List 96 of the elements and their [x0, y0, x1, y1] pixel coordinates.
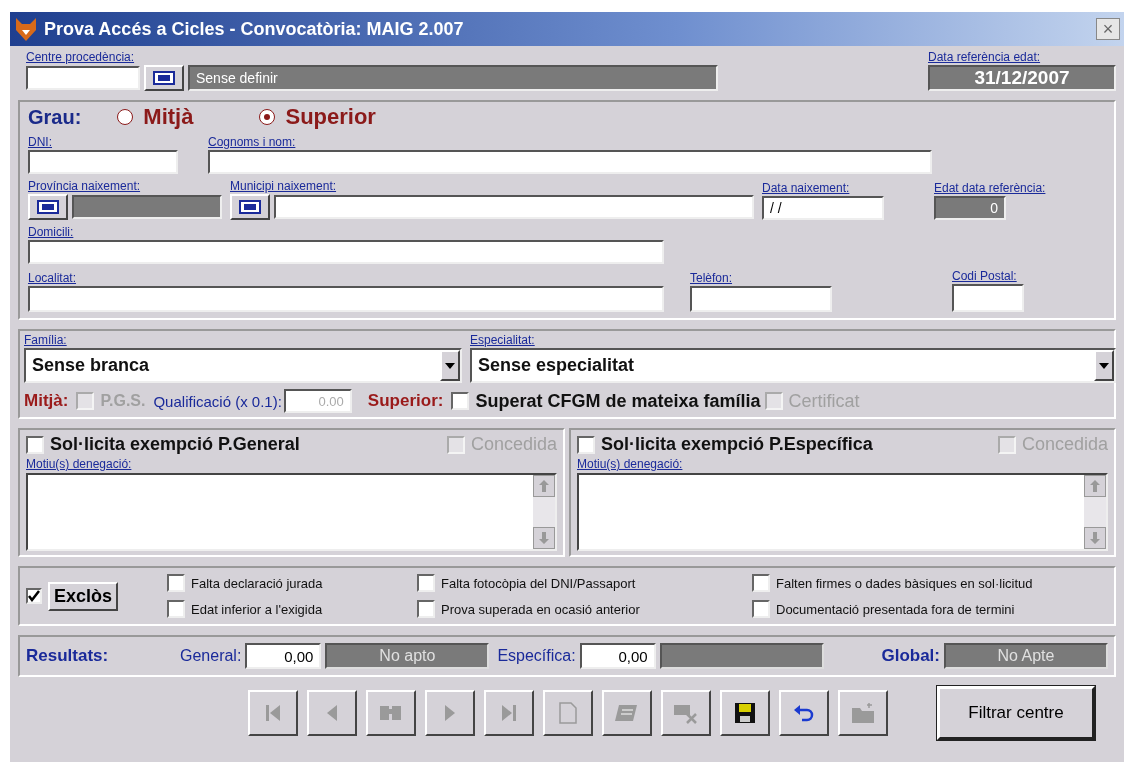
- input-field[interactable]: [690, 286, 832, 312]
- edit-icon: [615, 703, 639, 723]
- input-field[interactable]: [952, 284, 1024, 312]
- filter-button[interactable]: Filtrar centre: [937, 686, 1095, 740]
- input-field[interactable]: [274, 195, 754, 219]
- date-field: 31/12/2007: [928, 65, 1116, 91]
- verdict-field: No apto: [325, 643, 490, 669]
- field-label: Família:: [24, 333, 68, 347]
- input-field[interactable]: [26, 66, 140, 90]
- field-label: Província naixement:: [28, 179, 142, 193]
- input-field[interactable]: [28, 286, 664, 312]
- checkbox[interactable]: [26, 588, 42, 604]
- fox-head-icon: [14, 16, 38, 42]
- reason-checkbox[interactable]: Documentació presentada fora de termini: [752, 600, 1033, 618]
- up-arrow-icon: [1090, 480, 1100, 492]
- undo-icon: [793, 704, 815, 722]
- checkbox[interactable]: [752, 574, 770, 592]
- checkbox[interactable]: [26, 435, 44, 454]
- text-area[interactable]: [26, 473, 557, 551]
- field-label: Telèfon:: [690, 271, 734, 285]
- dropdown-button[interactable]: [1094, 350, 1114, 381]
- radio-option[interactable]: Mitjà: [117, 104, 194, 130]
- checkbox[interactable]: [752, 600, 770, 618]
- reason-checkbox[interactable]: Edat inferior a l'exigida: [167, 600, 417, 618]
- field-label: Data naixement:: [762, 181, 851, 195]
- field-label: Data referència edat:: [928, 50, 1042, 64]
- field-label: Municipi naixement:: [230, 179, 338, 193]
- dropdown[interactable]: Sense especialitat: [470, 348, 1116, 383]
- field-label: Centre procedència:: [26, 50, 136, 64]
- list-icon: [153, 71, 175, 85]
- checkbox[interactable]: [167, 600, 185, 618]
- field-label: DNI:: [28, 135, 53, 149]
- global-label: Global:: [881, 646, 940, 666]
- text-area[interactable]: [577, 473, 1108, 551]
- radio-option[interactable]: Superior: [259, 104, 376, 130]
- date-field[interactable]: / /: [762, 196, 884, 220]
- close-button[interactable]: ×: [1096, 18, 1120, 40]
- grau-label: Grau:: [28, 105, 82, 129]
- field-label: Codi Postal:: [952, 269, 1018, 283]
- new-document-icon: [559, 702, 577, 724]
- dropdown-button[interactable]: [440, 350, 460, 381]
- down-arrow-icon: [539, 532, 549, 544]
- lookup-button[interactable]: [144, 65, 184, 91]
- mitja-label: Mitjà:: [24, 391, 69, 411]
- exemption-checkbox[interactable]: Sol·licita exempció P.Específica: [577, 434, 873, 455]
- checkbox[interactable]: [451, 392, 470, 410]
- toolbar-button[interactable]: [779, 690, 829, 736]
- field-label: Especialitat:: [470, 333, 536, 347]
- checkbox[interactable]: [417, 574, 435, 592]
- specific-label: Específica:: [497, 647, 576, 665]
- input-field[interactable]: [28, 240, 664, 264]
- lookup-button[interactable]: [230, 194, 270, 220]
- score-field: 0,00: [245, 643, 322, 669]
- reason-checkbox[interactable]: Falta fotocòpia del DNI/Passaport: [417, 574, 752, 592]
- caret-icon: [445, 362, 455, 369]
- field-label: Edat data referència:: [934, 181, 1046, 195]
- next-icon: [444, 703, 456, 723]
- excluded-label: Exclòs: [48, 581, 119, 611]
- field-label: Cognoms i nom:: [208, 135, 297, 149]
- last-record-icon: [500, 703, 518, 723]
- qualification-label: Qualificació (x 0.1):: [153, 392, 282, 410]
- exemption-checkbox[interactable]: Sol·licita exempció P.General: [26, 434, 300, 455]
- lookup-button[interactable]: [28, 194, 68, 220]
- input-field[interactable]: [208, 150, 932, 174]
- checkmark-icon: [28, 590, 40, 602]
- first-record-icon: [264, 703, 282, 723]
- field-label: Domicili:: [28, 225, 75, 239]
- checkbox[interactable]: [577, 435, 595, 454]
- reason-checkbox[interactable]: Falta declaració jurada: [167, 574, 417, 592]
- field-label: Localitat:: [28, 271, 78, 285]
- cfgm-checkbox[interactable]: Superat CFGM de mateixa família: [451, 390, 761, 412]
- field-label: Motiu(s) denegació:: [577, 457, 684, 471]
- general-label: General:: [180, 647, 242, 665]
- centre-name-field: Sense definir: [188, 65, 718, 91]
- superior-label: Superior:: [367, 391, 444, 411]
- reason-checkbox[interactable]: Prova superada en ocasió anterior: [417, 600, 752, 618]
- previous-icon: [326, 703, 338, 723]
- up-arrow-icon: [539, 480, 549, 492]
- list-icon: [239, 200, 261, 214]
- down-arrow-icon: [1090, 532, 1100, 544]
- toolbar-button[interactable]: [720, 690, 770, 736]
- caret-icon: [1099, 362, 1109, 369]
- window-title: Prova Accés a Cicles - Convocatòria: MAIG 2.007: [44, 18, 465, 40]
- score-field: 0,00: [579, 643, 656, 669]
- dropdown[interactable]: Sense branca: [24, 348, 462, 383]
- reason-checkbox[interactable]: Falten firmes o dades bàsiques en sol·licitud: [752, 574, 1033, 592]
- delete-record-icon: [673, 702, 699, 724]
- input-field[interactable]: [28, 150, 178, 174]
- verdict-field: No Apte: [944, 643, 1108, 669]
- checkbox[interactable]: [167, 574, 185, 592]
- folder-icon: [851, 702, 875, 724]
- checkbox[interactable]: [417, 600, 435, 618]
- list-icon: [37, 200, 59, 214]
- field-label: Motiu(s) denegació:: [26, 457, 133, 471]
- results-label: Resultats:: [26, 646, 110, 666]
- age-field: 0: [934, 196, 1006, 220]
